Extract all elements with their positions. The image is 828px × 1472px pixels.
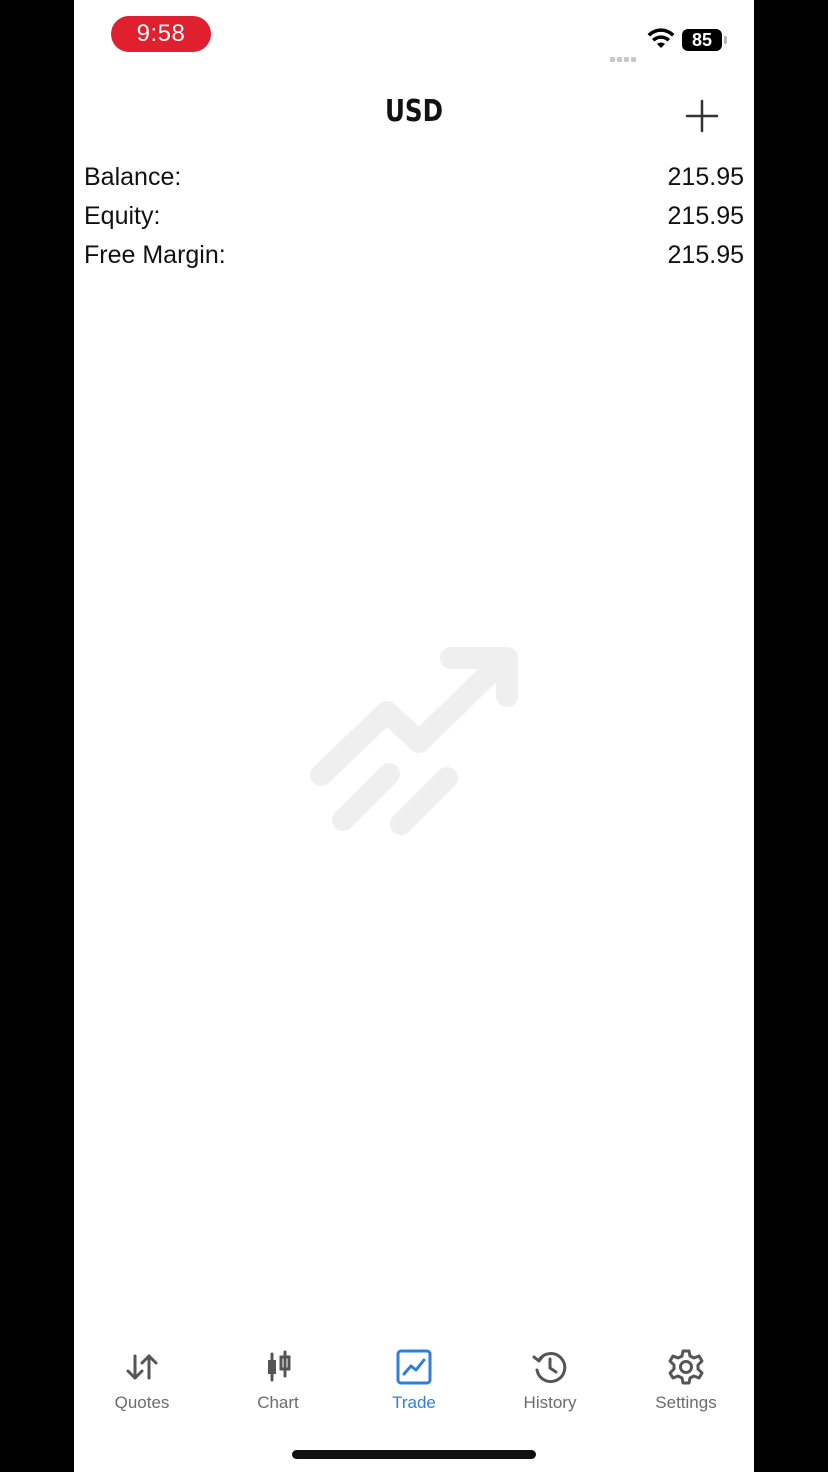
account-summary: Balance: 215.95 Equity: 215.95 Free Marg… [84,158,744,275]
tab-settings[interactable]: Settings [618,1340,754,1420]
signal-icon [610,44,642,62]
candlestick-icon [268,1350,291,1382]
tab-trade[interactable]: Trade [346,1340,482,1420]
equity-value: 215.95 [667,202,744,230]
quotes-arrows-icon [126,1354,158,1380]
free-margin-label: Free Margin: [84,241,226,269]
tab-history-label: History [523,1393,577,1412]
history-clock-icon [532,1352,567,1384]
equity-label: Equity: [84,202,161,230]
tab-quotes[interactable]: Quotes [74,1340,210,1420]
tab-quotes-label: Quotes [114,1393,170,1412]
equity-row: Equity: 215.95 [84,197,744,236]
battery-level: 85 [682,29,722,51]
header: USD [74,90,754,140]
battery-icon: 85 [682,29,728,51]
tab-chart-label: Chart [257,1393,299,1412]
status-time[interactable]: 9:58 [111,16,211,52]
gear-icon [668,1349,704,1385]
free-margin-row: Free Margin: 215.95 [84,236,744,275]
trade-chart-icon [396,1349,432,1385]
home-indicator[interactable] [292,1450,536,1459]
balance-label: Balance: [84,163,182,191]
balance-row: Balance: 215.95 [84,158,744,197]
plus-icon[interactable] [682,96,722,136]
status-bar: 9:58 85 [74,0,754,70]
tab-chart[interactable]: Chart [210,1340,346,1420]
wifi-icon [647,28,675,48]
tab-bar: Quotes Chart Trade History Settings [74,1340,754,1420]
tab-trade-label: Trade [392,1393,436,1412]
tab-settings-label: Settings [655,1393,717,1412]
trade-screen: 9:58 85 USD Balance: 215.95 Equity: 215.… [74,0,754,1472]
page-title: USD [384,94,444,129]
free-margin-value: 215.95 [667,241,744,269]
trending-up-icon [310,647,518,835]
tab-history[interactable]: History [482,1340,618,1420]
balance-value: 215.95 [667,163,744,191]
